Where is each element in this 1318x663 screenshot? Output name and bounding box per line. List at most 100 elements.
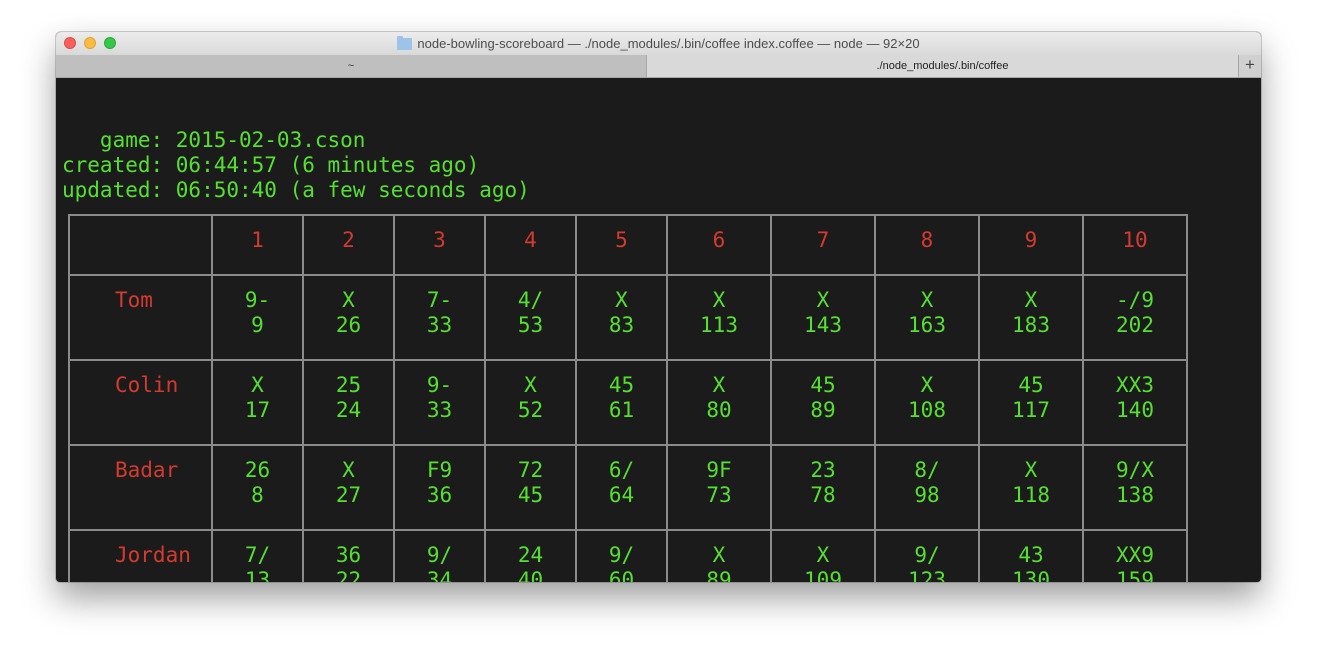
frame-score-cell: 24 40 (484, 529, 577, 582)
header-corner-cell (68, 214, 213, 276)
frame-score-cell: 72 45 (484, 444, 577, 531)
title-bar[interactable]: node-bowling-scoreboard — ./node_modules… (56, 32, 1261, 56)
frame-score-cell: 45 61 (575, 359, 668, 446)
frame-running-total: 140 (1116, 398, 1154, 422)
frame-marks: -/9 (1116, 288, 1154, 312)
player-row: Colin X 17 25 24 9- 33 X 52 45 61 X 80 45 89 X 108 45 117 X… (68, 359, 1188, 446)
frame-score-cell: X 89 (666, 529, 772, 582)
frame-marks: X (712, 373, 726, 397)
frame-running-total: 8 (251, 483, 264, 507)
frame-running-total: 33 (426, 398, 453, 422)
frame-score-cell: 45 89 (770, 359, 876, 446)
frame-score-cell: X 27 (302, 444, 395, 531)
new-tab-button[interactable]: + (1238, 55, 1261, 77)
terminal-window: node-bowling-scoreboard — ./node_modules… (56, 32, 1261, 582)
frame-score-cell: 9- 33 (393, 359, 486, 446)
frame-score-cell: 9/34 (393, 529, 486, 582)
frame-marks: 9F (706, 458, 732, 482)
frame-running-total: 78 (810, 483, 836, 507)
frame-running-total: 83 (608, 313, 635, 337)
game-line: game: 2015-02-03.cson (62, 128, 366, 152)
frame-score-cell: X 83 (575, 274, 668, 361)
frame-marks: X (524, 373, 537, 397)
frame-marks: X (712, 543, 726, 567)
frame-number-header: 2 (302, 214, 395, 276)
frame-marks: 9/ (608, 543, 635, 567)
frame-marks: 45 (608, 373, 635, 397)
frame-running-total: 89 (706, 568, 732, 582)
frame-score-cell: X 26 (302, 274, 395, 361)
frame-number-header: 4 (484, 214, 577, 276)
frame-running-total: 27 (335, 483, 362, 507)
frame-number-header: 9 (978, 214, 1084, 276)
frame-marks: 9/ (914, 543, 940, 567)
frame-score-cell: X 17 (211, 359, 304, 446)
frame-marks: X (342, 458, 355, 482)
frame-running-total: 13 (244, 568, 271, 582)
frame-number-header: 7 (770, 214, 876, 276)
frame-running-total: 113 (700, 313, 738, 337)
player-row: Jordan 7/13 36 22 9/34 24 40 9/60 X 89 X 109 9/123 43… (68, 529, 1188, 582)
frame-marks: 72 (517, 458, 544, 482)
player-row: Badar 26 8 X 27 F9 36 72 45 6/64 9F 73 23 78 8/98 X 118 9… (68, 444, 1188, 531)
frame-running-total: 202 (1116, 313, 1154, 337)
frame-marks: X (1024, 288, 1038, 312)
frame-marks: 9- (426, 373, 453, 397)
frame-score-cell: X 183 (978, 274, 1084, 361)
folder-icon (397, 35, 413, 50)
frame-marks: XX9 (1116, 543, 1154, 567)
frame-marks: X (251, 373, 264, 397)
frame-number-header: 10 (1082, 214, 1188, 276)
frame-running-total: 64 (608, 483, 635, 507)
frame-score-cell: X 163 (874, 274, 980, 361)
frame-score-cell: 7/13 (211, 529, 304, 582)
frame-score-cell: 9/60 (575, 529, 668, 582)
frame-score-cell: 4/53 (484, 274, 577, 361)
frame-score-cell: 23 78 (770, 444, 876, 531)
player-name: Colin (68, 359, 213, 446)
frame-running-total: 33 (426, 313, 453, 337)
frame-marks: 4/ (517, 288, 544, 312)
frame-running-total: 123 (908, 568, 946, 582)
frame-marks: 7- (426, 288, 453, 312)
tab-home[interactable]: ~ (56, 55, 647, 77)
frame-marks: X (816, 543, 830, 567)
tab-coffee[interactable]: ./node_modules/.bin/coffee (647, 55, 1238, 77)
frame-running-total: 26 (335, 313, 362, 337)
frame-score-cell: 26 8 (211, 444, 304, 531)
frame-score-cell: F9 36 (393, 444, 486, 531)
frame-running-total: 36 (426, 483, 453, 507)
frame-running-total: 34 (426, 568, 453, 582)
player-name: Jordan (68, 529, 213, 582)
frame-running-total: 9 (251, 313, 264, 337)
created-line: created: 06:44:57 (6 minutes ago) (62, 153, 480, 177)
frame-running-total: 89 (810, 398, 836, 422)
frame-marks: X (1024, 458, 1038, 482)
frame-marks: X (712, 288, 726, 312)
frame-marks: X (920, 288, 934, 312)
frame-score-cell: 9- 9 (211, 274, 304, 361)
frame-marks: 9- (244, 288, 271, 312)
frame-running-total: 60 (608, 568, 635, 582)
frame-marks: F9 (426, 458, 453, 482)
frame-running-total: 108 (908, 398, 946, 422)
frame-marks: 8/ (914, 458, 940, 482)
frame-marks: 9/ (426, 543, 453, 567)
frame-score-cell: X 143 (770, 274, 876, 361)
frame-score-cell: 43 130 (978, 529, 1084, 582)
frame-running-total: 183 (1012, 313, 1050, 337)
frame-score-cell: 45 117 (978, 359, 1084, 446)
frame-running-total: 73 (706, 483, 732, 507)
frame-score-cell: 6/64 (575, 444, 668, 531)
frame-score-cell: 9/X 138 (1082, 444, 1188, 531)
terminal-content[interactable]: game: 2015-02-03.cson created: 06:44:57 … (56, 78, 1261, 582)
frame-marks: X (920, 373, 934, 397)
frame-score-cell: 36 22 (302, 529, 395, 582)
frame-score-cell: 25 24 (302, 359, 395, 446)
frame-running-total: 109 (804, 568, 842, 582)
frame-running-total: 61 (608, 398, 635, 422)
frame-score-cell: X 109 (770, 529, 876, 582)
frame-score-cell: X 80 (666, 359, 772, 446)
frame-score-cell: 8/98 (874, 444, 980, 531)
frame-score-cell: XX3 140 (1082, 359, 1188, 446)
